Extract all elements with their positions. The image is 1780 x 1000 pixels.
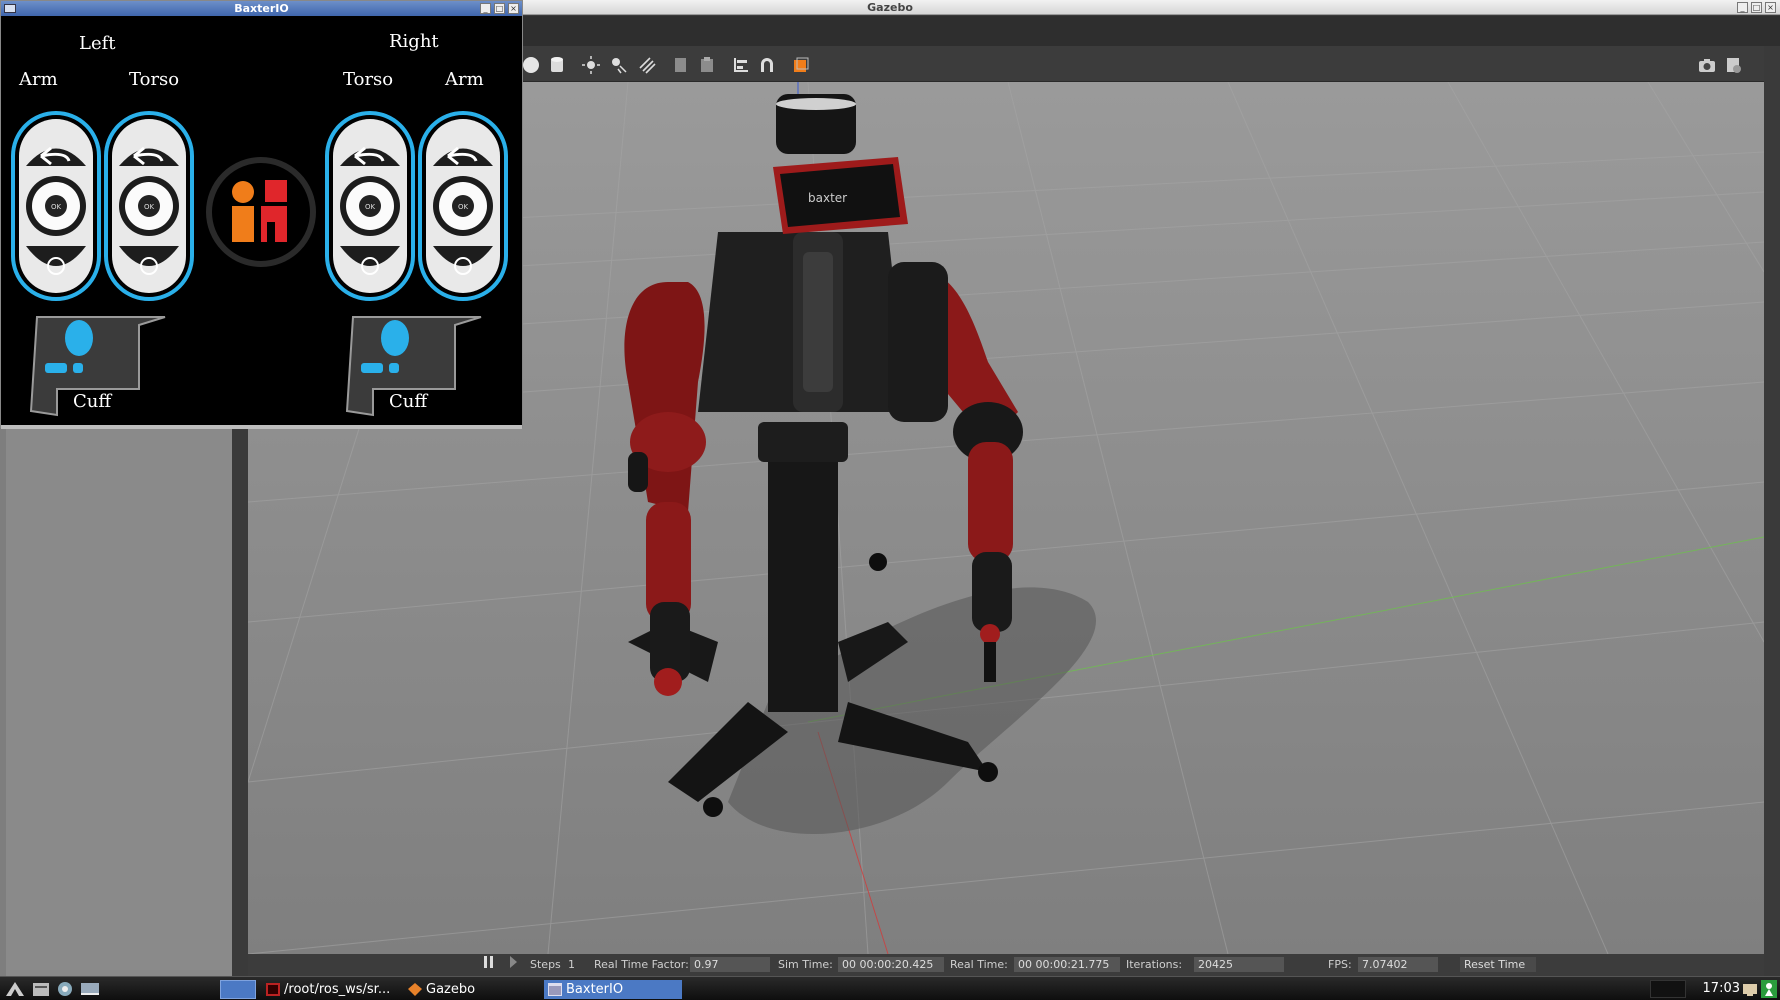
clock[interactable]: 17:03 (1703, 981, 1740, 996)
point-light-icon[interactable] (582, 56, 600, 74)
real-time-value: 00 00:00:21.775 (1014, 957, 1120, 972)
network-icon[interactable] (1742, 981, 1758, 997)
left-arm-label: Arm (19, 69, 58, 90)
left-arm-navigator[interactable]: OK (11, 111, 101, 301)
left-group-label: Left (79, 33, 116, 54)
terminal-icon (266, 983, 280, 996)
taskbar-item-gazebo[interactable]: Gazebo (404, 980, 542, 999)
minimize-button[interactable]: _ (1737, 2, 1748, 13)
copy-icon[interactable] (672, 56, 690, 74)
workspace-switcher[interactable] (220, 980, 256, 999)
snap-magnet-icon[interactable] (758, 56, 776, 74)
right-edge-panel (1764, 46, 1780, 976)
io-window-border (1, 425, 522, 429)
left-torso-navigator[interactable]: OK (104, 111, 194, 301)
logout-icon[interactable] (1761, 980, 1777, 998)
left-cuff-label: Cuff (73, 391, 112, 412)
cuff-grasp-button[interactable] (381, 320, 409, 356)
sim-time-value: 00 00:00:20.425 (838, 957, 944, 972)
world-side-panel[interactable] (0, 428, 240, 976)
log-record-icon[interactable] (1724, 56, 1742, 74)
fps-value: 7.07402 (1358, 957, 1438, 972)
cuff-dash-button[interactable] (361, 363, 383, 373)
iterations-value: 20425 (1194, 957, 1284, 972)
ok-button-label[interactable]: OK (365, 203, 376, 211)
iterations-label: Iterations: (1126, 958, 1183, 971)
cuff-circle-button[interactable] (389, 363, 399, 373)
right-torso-navigator[interactable]: OK (325, 111, 415, 301)
window-menu-icon[interactable] (4, 4, 16, 13)
taskbar-item-label: /root/ros_ws/sr... (284, 982, 391, 997)
ok-button-label[interactable]: OK (144, 203, 155, 211)
status-bar: Steps 1 Real Time Factor: 0.97 Sim Time:… (248, 954, 1764, 976)
start-menu-icon[interactable] (4, 980, 26, 998)
io-minimize-button[interactable]: _ (480, 3, 491, 14)
close-button[interactable]: × (1765, 2, 1776, 13)
rtf-label: Real Time Factor: (594, 958, 689, 971)
steps-value[interactable]: 1 (568, 958, 575, 971)
taskbar: /root/ros_ws/sr... Gazebo BaxterIO 17:03 (0, 976, 1780, 1000)
screenshot-camera-icon[interactable] (1698, 56, 1716, 74)
robot-screen-logo: baxter (808, 191, 847, 205)
reset-time-button[interactable]: Reset Time (1460, 957, 1536, 972)
taskbar-item-label: Gazebo (426, 982, 476, 997)
cuff-grasp-button[interactable] (65, 320, 93, 356)
right-torso-label: Torso (343, 69, 394, 90)
maximize-button[interactable]: □ (1751, 2, 1762, 13)
left-torso-label: Torso (129, 69, 180, 90)
window-icon (548, 983, 562, 996)
right-arm-label: Arm (445, 69, 484, 90)
cuff-dash-button[interactable] (45, 363, 67, 373)
cylinder-shape-icon[interactable] (548, 56, 566, 74)
browser-icon[interactable] (56, 981, 74, 997)
io-titlebar: BaxterIO _ □ × (1, 1, 522, 16)
paste-icon[interactable] (698, 56, 716, 74)
sphere-shape-icon[interactable] (522, 56, 540, 74)
steps-label: Steps (530, 958, 561, 971)
file-manager-icon[interactable] (32, 981, 50, 997)
rethink-robotics-logo-icon (206, 157, 316, 267)
cpu-monitor (1650, 980, 1686, 998)
pause-icon[interactable] (482, 956, 496, 968)
right-arm-navigator[interactable]: OK (418, 111, 508, 301)
align-icon[interactable] (732, 56, 750, 74)
sim-time-label: Sim Time: (778, 958, 833, 971)
baxter-io-window: BaxterIO _ □ × Left Right Arm Torso Tors… (0, 0, 523, 429)
step-icon[interactable] (508, 956, 520, 968)
right-cuff-label: Cuff (389, 391, 428, 412)
view-angle-icon[interactable] (792, 56, 810, 74)
right-group-label: Right (389, 31, 439, 52)
show-desktop-icon[interactable] (80, 981, 100, 997)
directional-light-icon[interactable] (638, 56, 656, 74)
spot-light-icon[interactable] (610, 56, 628, 74)
gazebo-icon (408, 983, 422, 996)
real-time-label: Real Time: (950, 958, 1008, 971)
io-close-button[interactable]: × (508, 3, 519, 14)
fps-label: FPS: (1328, 958, 1352, 971)
side-panel-content (6, 428, 232, 976)
ok-button-label[interactable]: OK (458, 203, 469, 211)
taskbar-item-label: BaxterIO (566, 982, 624, 997)
rtf-value: 0.97 (690, 957, 770, 972)
taskbar-item-baxterio[interactable]: BaxterIO (544, 980, 682, 999)
ok-button-label[interactable]: OK (51, 203, 62, 211)
taskbar-item-terminal[interactable]: /root/ros_ws/sr... (262, 980, 400, 999)
io-maximize-button[interactable]: □ (494, 3, 505, 14)
cuff-circle-button[interactable] (73, 363, 83, 373)
io-window-title: BaxterIO (234, 2, 289, 15)
